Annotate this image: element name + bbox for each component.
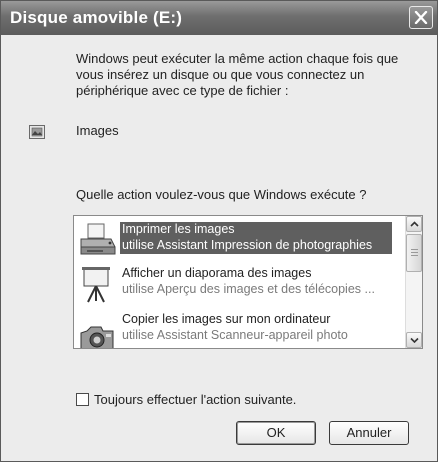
action-listbox[interactable]: Imprimer les images utilise Assistant Im… [73,215,423,349]
cancel-button[interactable]: Annuler [329,421,409,445]
description-text: Windows peut exécuter la même action cha… [76,51,421,99]
ok-button[interactable]: OK [236,421,316,445]
slideshow-icon [82,267,110,303]
action-item-print[interactable]: Imprimer les images utilise Assistant Im… [74,218,406,264]
action-item-copy[interactable]: Copier les images sur mon ordinateur uti… [74,308,406,348]
scroll-thumb[interactable] [406,234,422,272]
always-action-checkbox[interactable] [76,393,89,406]
list-scrollbar[interactable] [405,216,422,348]
camera-icon [80,326,114,348]
action-title: Imprimer les images [122,222,235,236]
action-item-slideshow[interactable]: Afficher un diaporama des images utilise… [74,262,406,308]
close-button[interactable] [409,6,433,29]
chevron-up-icon [410,221,419,227]
description-line: Windows peut exécuter la même action cha… [76,51,399,66]
scroll-down-button[interactable] [406,332,422,348]
action-subtitle: utilise Assistant Scanneur-appareil phot… [122,328,348,342]
description-line: périphérique avec ce type de fichier : [76,83,289,98]
file-type-label: Images [76,123,119,138]
action-question: Quelle action voulez-vous que Windows ex… [76,187,367,202]
dialog-content: Windows peut exécuter la même action cha… [4,35,434,459]
description-line: vous insérez un disque ou que vous conne… [76,67,365,82]
close-icon [414,11,428,24]
action-title: Copier les images sur mon ordinateur [122,312,331,326]
printer-icon [80,223,116,255]
dialog-window: Disque amovible (E:) Windows peut exécut… [0,0,438,462]
window-title: Disque amovible (E:) [10,8,183,27]
action-subtitle: utilise Aperçu des images et des télécop… [122,282,375,296]
chevron-down-icon [410,337,419,343]
scroll-up-button[interactable] [406,216,422,232]
always-action-label[interactable]: Toujours effectuer l'action suivante. [94,392,296,407]
action-subtitle: utilise Assistant Impression de photogra… [122,238,373,252]
title-bar[interactable]: Disque amovible (E:) [1,1,437,35]
image-file-icon [29,125,45,139]
action-title: Afficher un diaporama des images [122,266,312,280]
